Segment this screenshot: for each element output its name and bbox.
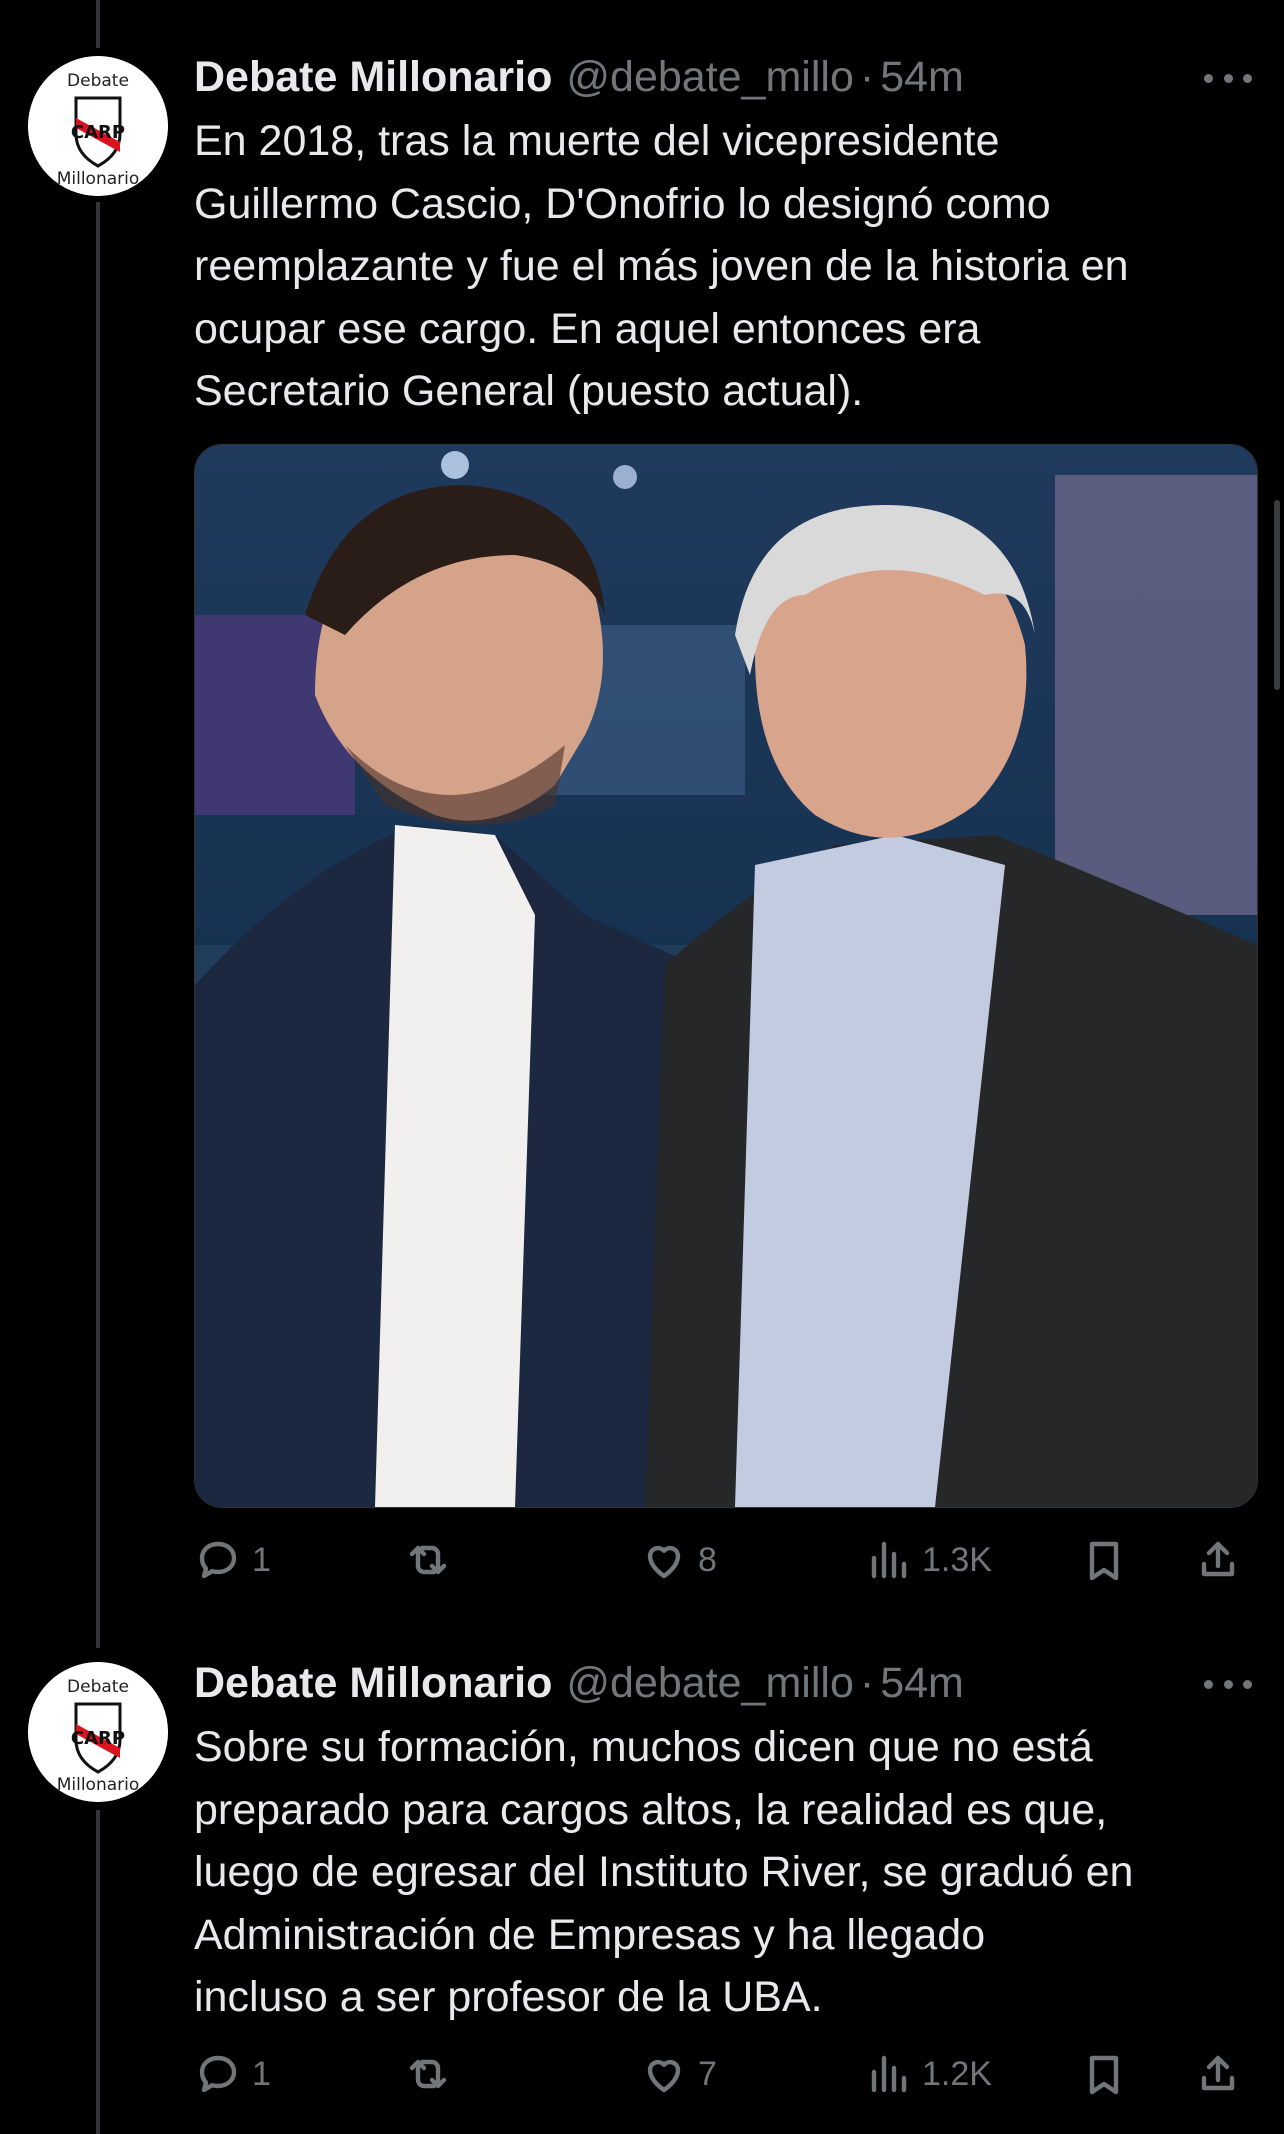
tweet-actions: 1 7 1.2K (194, 2044, 1256, 2104)
tweet-text: En 2018, tras la muerte del vicepresiden… (194, 117, 1129, 415)
separator: · (859, 52, 875, 101)
svg-text:Millonario: Millonario (57, 1775, 140, 1795)
svg-text:Millonario: Millonario (57, 169, 140, 189)
tweet-header: Debate Millonario @debate_millo · 54m (194, 52, 964, 102)
avatar[interactable]: Debate CARP Millonario (28, 56, 168, 196)
views-button[interactable]: 1.2K (864, 2044, 992, 2104)
bookmark-icon (1089, 1541, 1119, 1581)
thread-line-mid (96, 202, 100, 1648)
display-name[interactable]: Debate Millonario (194, 53, 552, 102)
retweet-icon (409, 2059, 447, 2089)
reply-icon (199, 1541, 237, 1579)
reply-count: 1 (252, 1540, 271, 1579)
thread-line-top (96, 0, 100, 48)
svg-text:CARP: CARP (71, 122, 125, 143)
like-count: 8 (698, 1540, 717, 1579)
tweet-header: Debate Millonario @debate_millo · 54m (194, 1658, 964, 1708)
views-count: 1.3K (922, 1540, 992, 1579)
bookmark-icon (1089, 2055, 1119, 2095)
bookmark-button[interactable] (1080, 1530, 1128, 1590)
avatar[interactable]: Debate CARP Millonario (28, 1662, 168, 1802)
reply-button[interactable]: 1 (194, 1530, 271, 1590)
like-icon (647, 1545, 681, 1579)
photo-two-men-image (195, 445, 1257, 1507)
river-plate-logo-icon: Debate CARP Millonario (28, 1662, 168, 1802)
tweet-text: Sobre su formación, muchos dicen que no … (194, 1723, 1134, 2021)
share-icon (1201, 1541, 1235, 1577)
reply-icon (199, 2055, 237, 2093)
river-plate-logo-icon: Debate CARP Millonario (28, 56, 168, 196)
svg-text:Debate: Debate (67, 1677, 129, 1697)
retweet-icon (409, 1545, 447, 1575)
share-icon (1201, 2055, 1235, 2091)
scrollbar[interactable] (1274, 500, 1280, 690)
share-button[interactable] (1194, 1530, 1242, 1590)
reply-count: 1 (252, 2054, 271, 2093)
like-icon (647, 2059, 681, 2093)
more-icon[interactable] (1204, 68, 1252, 88)
views-count: 1.2K (922, 2054, 992, 2093)
separator: · (859, 1658, 875, 1707)
svg-text:CARP: CARP (71, 1728, 125, 1749)
more-icon[interactable] (1204, 1674, 1252, 1694)
user-handle[interactable]: @debate_millo (566, 53, 853, 102)
like-button[interactable]: 8 (640, 1530, 717, 1590)
share-button[interactable] (1194, 2044, 1242, 2104)
tweet-photo[interactable] (194, 444, 1258, 1508)
like-button[interactable]: 7 (640, 2044, 717, 2104)
timestamp[interactable]: 54m (880, 1659, 964, 1708)
display-name[interactable]: Debate Millonario (194, 1659, 552, 1708)
user-handle[interactable]: @debate_millo (566, 1659, 853, 1708)
retweet-button[interactable] (404, 2044, 462, 2104)
views-icon (871, 1541, 907, 1579)
like-count: 7 (698, 2054, 717, 2093)
views-icon (871, 2055, 907, 2093)
thread-line-bottom (96, 1810, 100, 2134)
timestamp[interactable]: 54m (880, 53, 964, 102)
bookmark-button[interactable] (1080, 2044, 1128, 2104)
views-button[interactable]: 1.3K (864, 1530, 992, 1590)
retweet-button[interactable] (404, 1530, 462, 1590)
tweet-actions: 1 8 1.3K (194, 1530, 1256, 1590)
reply-button[interactable]: 1 (194, 2044, 271, 2104)
svg-text:Debate: Debate (67, 71, 129, 91)
